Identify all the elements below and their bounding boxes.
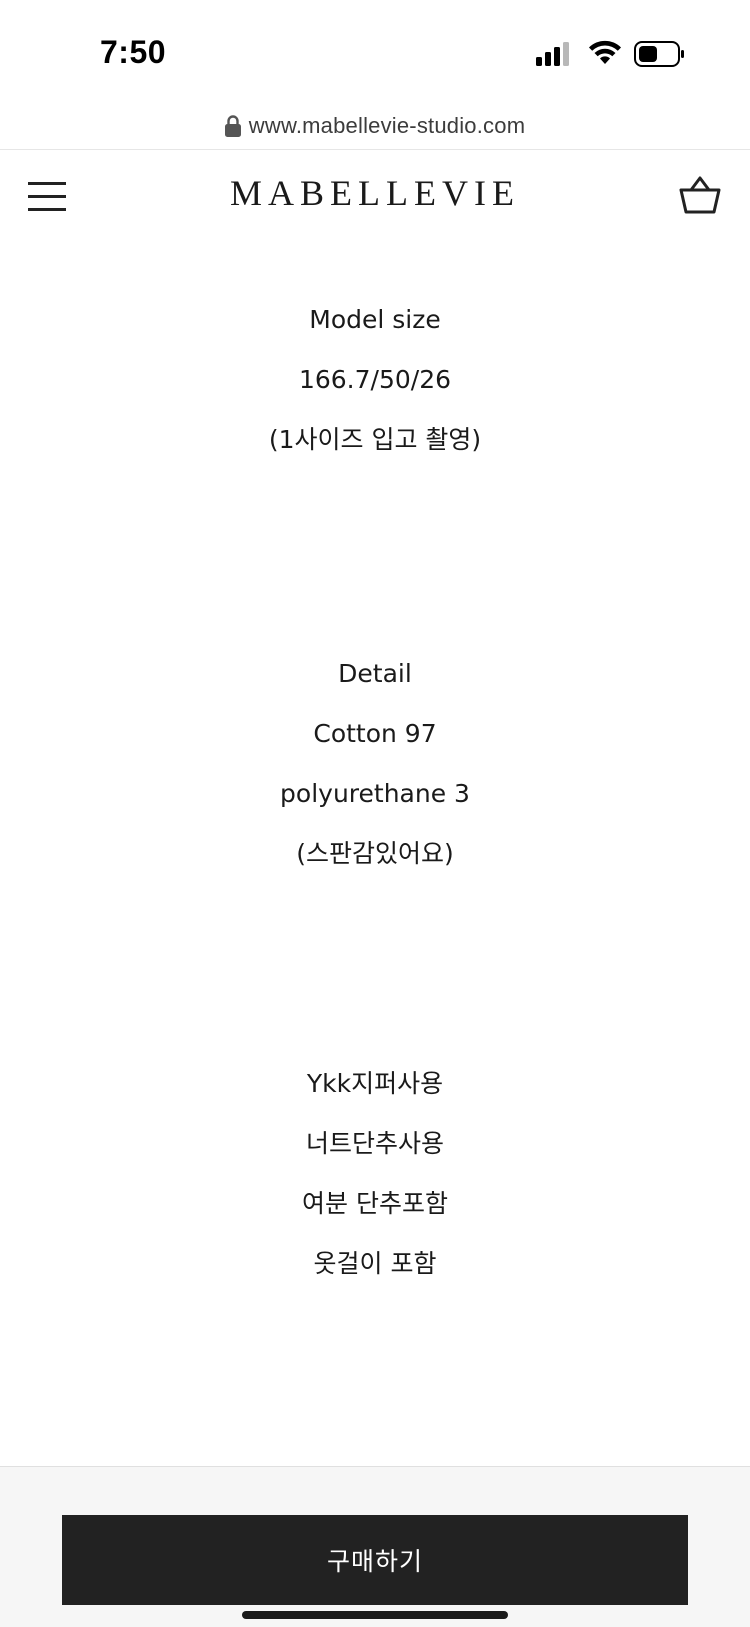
brand-logo[interactable]: MABELLEVIE: [0, 172, 750, 214]
battery-icon: [634, 41, 684, 67]
model-size-heading: Model size: [309, 305, 441, 334]
site-header: MABELLEVIE: [0, 150, 750, 248]
shopping-basket-icon: [679, 176, 721, 214]
wifi-icon: [589, 40, 621, 64]
button-note: 너트단추사용: [305, 1129, 444, 1158]
address-bar[interactable]: www.mabellevie-studio.com: [0, 104, 750, 148]
detail-section: Detail Cotton 97 polyurethane 3 (스판감있어요): [0, 644, 750, 884]
model-measurements: 166.7/50/26: [298, 365, 452, 394]
lock-icon: [224, 115, 241, 137]
detail-heading: Detail: [338, 659, 412, 688]
model-size-section: Model size 166.7/50/26 (1사이즈 입고 촬영): [0, 290, 750, 470]
buy-button[interactable]: 구매하기: [62, 1515, 688, 1605]
cart-button[interactable]: [678, 174, 722, 218]
stretch-note: (스판감있어요): [296, 839, 454, 868]
zipper-note: Ykk지퍼사용: [306, 1069, 444, 1098]
hanger-note: 옷걸이 포함: [313, 1249, 437, 1278]
material-cotton: Cotton 97: [313, 719, 437, 748]
url-text: www.mabellevie-studio.com: [248, 113, 526, 138]
model-size-note: (1사이즈 입고 촬영): [268, 425, 482, 454]
status-time: 7:50: [100, 34, 167, 70]
spare-button-note: 여분 단추포함: [302, 1189, 448, 1218]
status-bar: 7:50: [0, 0, 750, 100]
home-indicator[interactable]: [242, 1611, 508, 1619]
bottom-purchase-bar: 구매하기: [0, 1466, 750, 1627]
material-polyurethane: polyurethane 3: [280, 779, 470, 808]
extras-section: Ykk지퍼사용 너트단추사용 여분 단추포함 옷걸이 포함: [0, 1054, 750, 1294]
cellular-signal-icon: [536, 42, 569, 66]
